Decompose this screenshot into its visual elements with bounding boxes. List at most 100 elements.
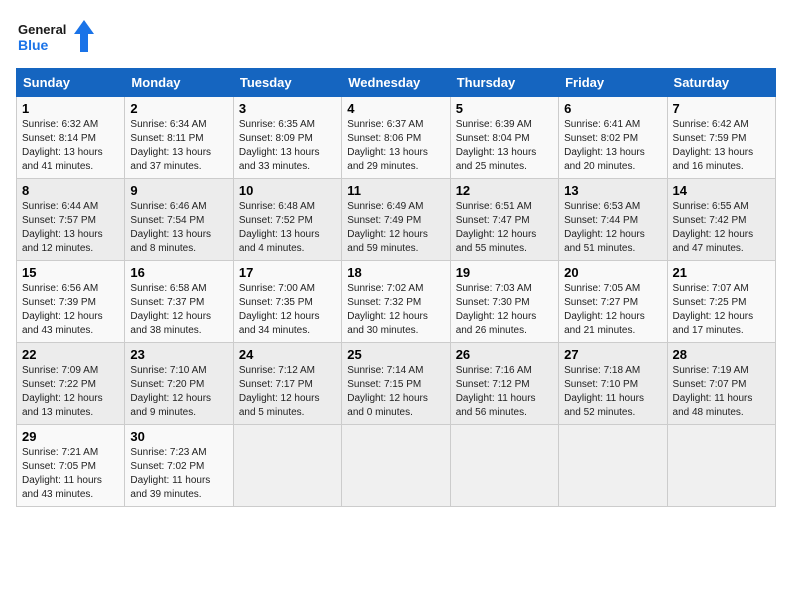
daylight-label: Daylight: 12 hours and 38 minutes. [130,311,211,336]
daylight-label: Daylight: 12 hours and 21 minutes. [564,311,645,336]
calendar-cell [559,425,667,507]
daylight-label: Daylight: 13 hours and 29 minutes. [347,147,428,172]
week-row-2: 8 Sunrise: 6:44 AM Sunset: 7:57 PM Dayli… [17,179,776,261]
day-info: Sunrise: 7:03 AM Sunset: 7:30 PM Dayligh… [456,282,553,338]
calendar-cell: 11 Sunrise: 6:49 AM Sunset: 7:49 PM Dayl… [342,179,450,261]
sunrise-label: Sunrise: 7:23 AM [130,447,206,458]
sunset-label: Sunset: 7:49 PM [347,215,421,226]
logo-svg: General Blue [16,16,96,56]
sunset-label: Sunset: 7:59 PM [673,133,747,144]
day-info: Sunrise: 7:19 AM Sunset: 7:07 PM Dayligh… [673,364,770,420]
sunrise-label: Sunrise: 6:35 AM [239,119,315,130]
calendar-cell: 9 Sunrise: 6:46 AM Sunset: 7:54 PM Dayli… [125,179,233,261]
day-of-week-wednesday: Wednesday [342,69,450,97]
day-info: Sunrise: 6:37 AM Sunset: 8:06 PM Dayligh… [347,118,444,174]
sunset-label: Sunset: 7:44 PM [564,215,638,226]
day-info: Sunrise: 7:18 AM Sunset: 7:10 PM Dayligh… [564,364,661,420]
day-number: 20 [564,265,661,280]
calendar-cell: 24 Sunrise: 7:12 AM Sunset: 7:17 PM Dayl… [233,343,341,425]
day-of-week-monday: Monday [125,69,233,97]
day-info: Sunrise: 7:00 AM Sunset: 7:35 PM Dayligh… [239,282,336,338]
sunset-label: Sunset: 8:06 PM [347,133,421,144]
day-info: Sunrise: 6:53 AM Sunset: 7:44 PM Dayligh… [564,200,661,256]
calendar-cell: 8 Sunrise: 6:44 AM Sunset: 7:57 PM Dayli… [17,179,125,261]
day-number: 19 [456,265,553,280]
sunset-label: Sunset: 7:12 PM [456,379,530,390]
day-info: Sunrise: 6:44 AM Sunset: 7:57 PM Dayligh… [22,200,119,256]
calendar-cell: 1 Sunrise: 6:32 AM Sunset: 8:14 PM Dayli… [17,97,125,179]
sunrise-label: Sunrise: 6:41 AM [564,119,640,130]
calendar-cell: 16 Sunrise: 6:58 AM Sunset: 7:37 PM Dayl… [125,261,233,343]
sunrise-label: Sunrise: 6:48 AM [239,201,315,212]
sunrise-label: Sunrise: 7:05 AM [564,283,640,294]
daylight-label: Daylight: 13 hours and 8 minutes. [130,229,211,254]
sunset-label: Sunset: 7:25 PM [673,297,747,308]
day-info: Sunrise: 7:02 AM Sunset: 7:32 PM Dayligh… [347,282,444,338]
sunrise-label: Sunrise: 6:51 AM [456,201,532,212]
sunrise-label: Sunrise: 6:44 AM [22,201,98,212]
calendar-cell [667,425,775,507]
day-info: Sunrise: 6:34 AM Sunset: 8:11 PM Dayligh… [130,118,227,174]
calendar-cell: 18 Sunrise: 7:02 AM Sunset: 7:32 PM Dayl… [342,261,450,343]
sunset-label: Sunset: 7:39 PM [22,297,96,308]
sunrise-label: Sunrise: 7:16 AM [456,365,532,376]
calendar-cell: 30 Sunrise: 7:23 AM Sunset: 7:02 PM Dayl… [125,425,233,507]
daylight-label: Daylight: 11 hours and 56 minutes. [456,393,536,418]
calendar-cell: 22 Sunrise: 7:09 AM Sunset: 7:22 PM Dayl… [17,343,125,425]
daylight-label: Daylight: 12 hours and 0 minutes. [347,393,428,418]
sunset-label: Sunset: 7:57 PM [22,215,96,226]
sunset-label: Sunset: 7:10 PM [564,379,638,390]
day-info: Sunrise: 7:07 AM Sunset: 7:25 PM Dayligh… [673,282,770,338]
day-number: 13 [564,183,661,198]
sunrise-label: Sunrise: 7:03 AM [456,283,532,294]
calendar-cell: 4 Sunrise: 6:37 AM Sunset: 8:06 PM Dayli… [342,97,450,179]
sunset-label: Sunset: 7:32 PM [347,297,421,308]
day-number: 14 [673,183,770,198]
calendar-cell: 23 Sunrise: 7:10 AM Sunset: 7:20 PM Dayl… [125,343,233,425]
week-row-4: 22 Sunrise: 7:09 AM Sunset: 7:22 PM Dayl… [17,343,776,425]
day-number: 18 [347,265,444,280]
daylight-label: Daylight: 11 hours and 52 minutes. [564,393,644,418]
calendar-cell: 17 Sunrise: 7:00 AM Sunset: 7:35 PM Dayl… [233,261,341,343]
daylight-label: Daylight: 12 hours and 47 minutes. [673,229,754,254]
day-info: Sunrise: 6:42 AM Sunset: 7:59 PM Dayligh… [673,118,770,174]
daylight-label: Daylight: 13 hours and 37 minutes. [130,147,211,172]
week-row-5: 29 Sunrise: 7:21 AM Sunset: 7:05 PM Dayl… [17,425,776,507]
sunrise-label: Sunrise: 7:14 AM [347,365,423,376]
sunrise-label: Sunrise: 6:55 AM [673,201,749,212]
week-row-3: 15 Sunrise: 6:56 AM Sunset: 7:39 PM Dayl… [17,261,776,343]
sunrise-label: Sunrise: 7:12 AM [239,365,315,376]
day-number: 9 [130,183,227,198]
sunset-label: Sunset: 8:02 PM [564,133,638,144]
day-info: Sunrise: 6:46 AM Sunset: 7:54 PM Dayligh… [130,200,227,256]
sunset-label: Sunset: 8:14 PM [22,133,96,144]
sunset-label: Sunset: 8:04 PM [456,133,530,144]
daylight-label: Daylight: 13 hours and 25 minutes. [456,147,537,172]
sunset-label: Sunset: 8:09 PM [239,133,313,144]
day-number: 5 [456,101,553,116]
day-number: 8 [22,183,119,198]
sunset-label: Sunset: 7:54 PM [130,215,204,226]
calendar-cell: 27 Sunrise: 7:18 AM Sunset: 7:10 PM Dayl… [559,343,667,425]
calendar-cell: 2 Sunrise: 6:34 AM Sunset: 8:11 PM Dayli… [125,97,233,179]
sunset-label: Sunset: 7:30 PM [456,297,530,308]
day-number: 27 [564,347,661,362]
day-info: Sunrise: 7:09 AM Sunset: 7:22 PM Dayligh… [22,364,119,420]
day-of-week-thursday: Thursday [450,69,558,97]
day-of-week-saturday: Saturday [667,69,775,97]
calendar-cell: 3 Sunrise: 6:35 AM Sunset: 8:09 PM Dayli… [233,97,341,179]
day-info: Sunrise: 6:51 AM Sunset: 7:47 PM Dayligh… [456,200,553,256]
sunrise-label: Sunrise: 6:42 AM [673,119,749,130]
day-info: Sunrise: 6:56 AM Sunset: 7:39 PM Dayligh… [22,282,119,338]
sunset-label: Sunset: 7:20 PM [130,379,204,390]
daylight-label: Daylight: 12 hours and 5 minutes. [239,393,320,418]
sunrise-label: Sunrise: 7:18 AM [564,365,640,376]
daylight-label: Daylight: 12 hours and 30 minutes. [347,311,428,336]
sunset-label: Sunset: 7:47 PM [456,215,530,226]
sunrise-label: Sunrise: 6:39 AM [456,119,532,130]
day-number: 4 [347,101,444,116]
day-number: 24 [239,347,336,362]
day-number: 30 [130,429,227,444]
day-info: Sunrise: 7:05 AM Sunset: 7:27 PM Dayligh… [564,282,661,338]
sunrise-label: Sunrise: 7:10 AM [130,365,206,376]
